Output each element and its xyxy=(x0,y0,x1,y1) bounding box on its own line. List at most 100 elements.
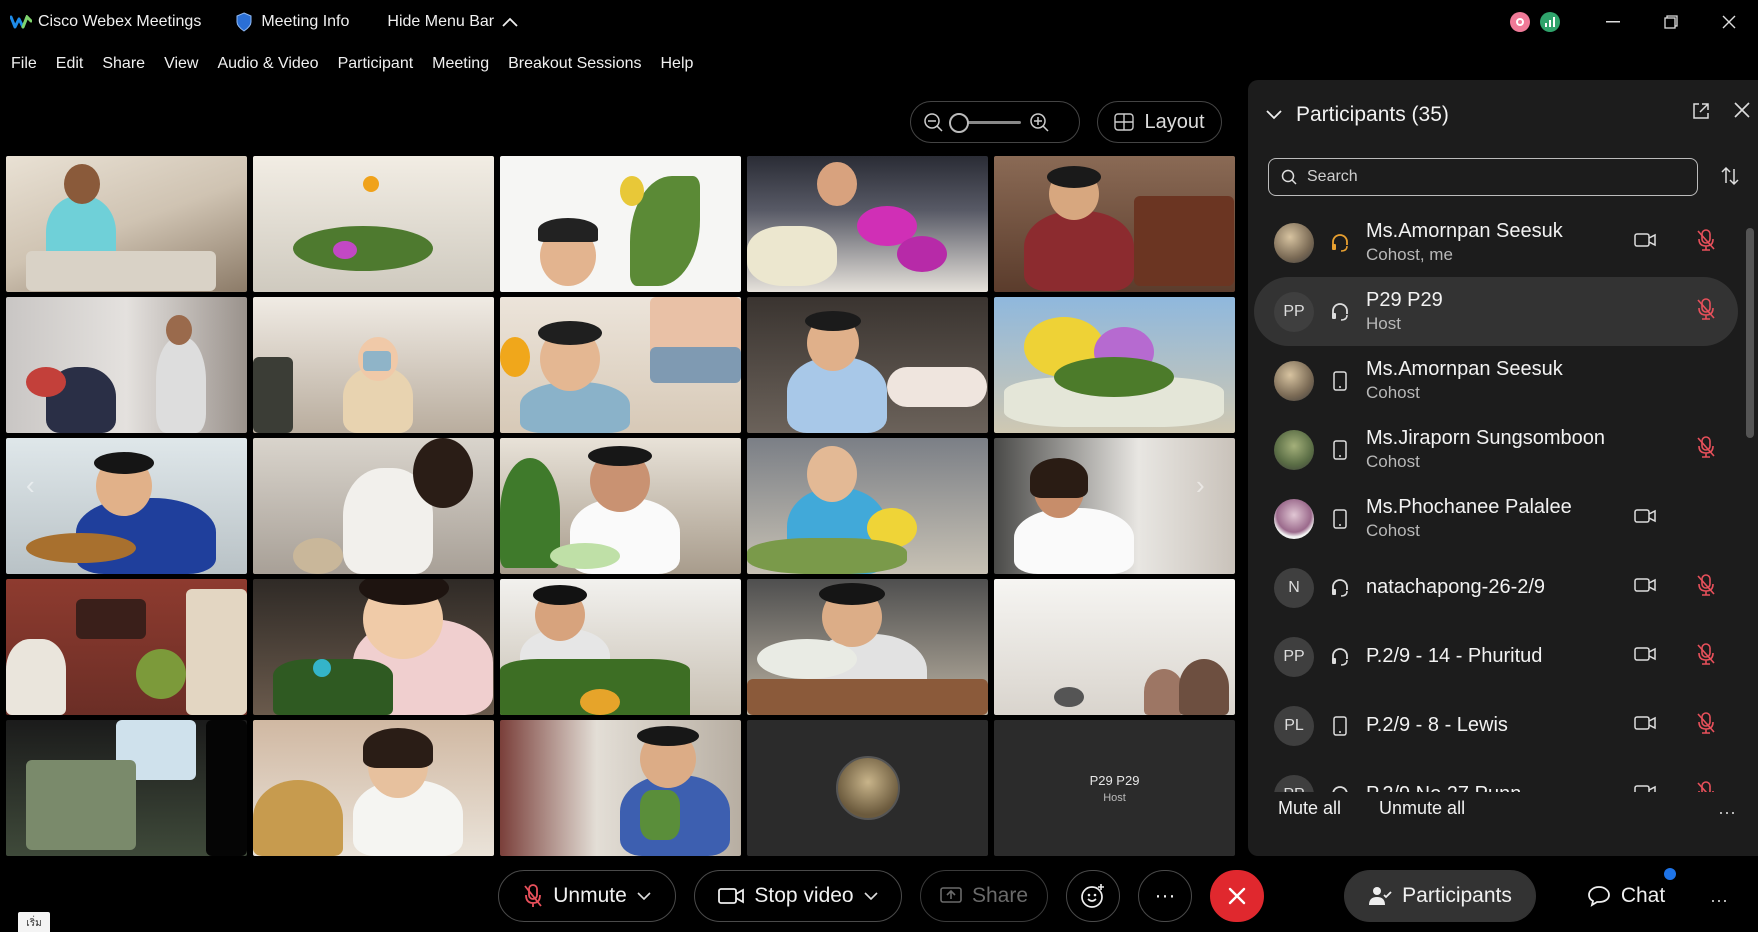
unmute-all-button[interactable]: Unmute all xyxy=(1379,798,1465,819)
video-camera-icon xyxy=(718,888,745,904)
hide-menu-bar-button[interactable]: Hide Menu Bar xyxy=(387,13,518,31)
microphone-muted-icon[interactable] xyxy=(1696,229,1716,256)
video-tile[interactable] xyxy=(994,156,1235,292)
video-tile[interactable] xyxy=(6,156,247,292)
video-tile-avatar[interactable] xyxy=(747,720,988,856)
zoom-out-icon[interactable] xyxy=(923,112,943,132)
chevron-right-icon[interactable]: › xyxy=(1196,470,1205,501)
video-tile[interactable] xyxy=(500,579,741,715)
participant-row[interactable]: N natachapong-26-2/9 xyxy=(1248,553,1738,622)
network-stats-icon[interactable] xyxy=(1540,12,1560,32)
video-camera-icon[interactable] xyxy=(1634,784,1656,792)
video-tile[interactable] xyxy=(994,579,1235,715)
microphone-muted-icon[interactable] xyxy=(1696,298,1716,325)
zoom-in-icon[interactable] xyxy=(1029,112,1049,132)
chevron-down-icon[interactable] xyxy=(1266,110,1282,120)
video-tile[interactable] xyxy=(253,438,494,574)
stop-video-button[interactable]: Stop video xyxy=(694,870,902,922)
chevron-down-icon[interactable] xyxy=(637,892,651,900)
participant-row[interactable]: Ms.Jiraporn Sungsomboon Cohost xyxy=(1248,415,1738,484)
video-camera-icon[interactable] xyxy=(1634,232,1656,253)
video-camera-icon[interactable] xyxy=(1634,577,1656,598)
participant-row[interactable]: Ms.Phochanee Palalee Cohost xyxy=(1248,484,1738,553)
zoom-slider[interactable] xyxy=(949,112,1021,133)
microphone-muted-icon[interactable] xyxy=(1696,436,1716,463)
menu-file[interactable]: File xyxy=(11,55,37,73)
microphone-muted-icon xyxy=(524,884,542,907)
menu-edit[interactable]: Edit xyxy=(56,55,84,73)
video-tile[interactable] xyxy=(747,579,988,715)
video-tile[interactable] xyxy=(994,297,1235,433)
participant-list: Ms.Amornpan Seesuk Cohost, me PP P29 P29… xyxy=(1248,208,1748,792)
video-tile[interactable] xyxy=(500,720,741,856)
video-camera-icon[interactable] xyxy=(1634,646,1656,667)
video-tile[interactable] xyxy=(6,297,247,433)
participant-row[interactable]: Ms.Amornpan Seesuk Cohost xyxy=(1248,346,1738,415)
participant-avatar xyxy=(1274,498,1314,539)
participant-row[interactable]: PP P29 P29 Host xyxy=(1254,277,1738,346)
video-tile[interactable] xyxy=(747,156,988,292)
close-icon[interactable] xyxy=(1734,102,1750,118)
video-tile[interactable] xyxy=(747,438,988,574)
microphone-muted-icon[interactable] xyxy=(1696,712,1716,739)
minimize-button[interactable] xyxy=(1584,4,1642,40)
more-options-button[interactable]: ··· xyxy=(1138,870,1192,922)
video-tile[interactable] xyxy=(253,579,494,715)
chevron-left-icon[interactable]: ‹ xyxy=(26,470,35,501)
participant-row[interactable]: PP P.2/9 - 14 - Phuritud xyxy=(1248,622,1738,691)
video-tile[interactable] xyxy=(6,438,247,574)
recording-indicator-icon[interactable] xyxy=(1510,12,1530,32)
participant-row[interactable]: PL P.2/9 - 8 - Lewis xyxy=(1248,691,1738,760)
participant-name: P.2/9 - 8 - Lewis xyxy=(1366,714,1508,736)
video-tile[interactable] xyxy=(500,156,741,292)
video-tile-host[interactable]: P29 P29 Host xyxy=(994,720,1235,856)
share-button[interactable]: Share xyxy=(920,870,1048,922)
video-tile[interactable] xyxy=(994,438,1235,574)
video-tile[interactable] xyxy=(6,720,247,856)
microphone-muted-icon[interactable] xyxy=(1696,643,1716,670)
participant-list-scrollbar[interactable] xyxy=(1746,228,1754,438)
leave-meeting-button[interactable] xyxy=(1210,870,1264,922)
unmute-button[interactable]: Unmute xyxy=(498,870,676,922)
pop-out-icon[interactable] xyxy=(1692,102,1710,120)
menu-participant[interactable]: Participant xyxy=(338,55,414,73)
video-tile[interactable] xyxy=(253,720,494,856)
video-camera-icon[interactable] xyxy=(1634,715,1656,736)
menu-audio-video[interactable]: Audio & Video xyxy=(217,55,318,73)
taskbar-start-badge[interactable]: เริ่ม xyxy=(18,912,50,932)
menu-meeting[interactable]: Meeting xyxy=(432,55,489,73)
restore-button[interactable] xyxy=(1642,4,1700,40)
close-window-button[interactable] xyxy=(1700,4,1758,40)
menu-help[interactable]: Help xyxy=(661,55,694,73)
emoji-reaction-icon xyxy=(1081,884,1104,908)
video-camera-icon[interactable] xyxy=(1634,508,1656,529)
participant-row[interactable]: PP P.2/9 No.27 Punn xyxy=(1248,760,1738,792)
participants-panel-footer: Mute all Unmute all xyxy=(1278,798,1465,819)
microphone-muted-icon[interactable] xyxy=(1696,781,1716,792)
video-tile[interactable] xyxy=(6,579,247,715)
menu-share[interactable]: Share xyxy=(102,55,145,73)
participants-panel: Participants (35) Ms.Amornpan Seesuk Coh… xyxy=(1248,80,1758,856)
participant-search-box xyxy=(1268,158,1698,196)
zoom-slider-knob[interactable] xyxy=(949,112,969,133)
meeting-info-button[interactable]: Meeting Info xyxy=(235,12,349,32)
participant-row[interactable]: Ms.Amornpan Seesuk Cohost, me xyxy=(1248,208,1738,277)
chevron-down-icon[interactable] xyxy=(864,892,878,900)
menu-view[interactable]: View xyxy=(164,55,198,73)
video-tile[interactable] xyxy=(253,156,494,292)
sort-icon[interactable] xyxy=(1720,166,1740,186)
microphone-muted-icon[interactable] xyxy=(1696,574,1716,601)
more-options-icon[interactable]: ··· xyxy=(1710,890,1728,911)
mute-all-button[interactable]: Mute all xyxy=(1278,798,1341,819)
menu-breakout-sessions[interactable]: Breakout Sessions xyxy=(508,55,641,73)
participants-button[interactable]: Participants xyxy=(1344,870,1536,922)
video-tile[interactable] xyxy=(500,438,741,574)
reactions-button[interactable] xyxy=(1066,870,1120,922)
layout-button[interactable]: Layout xyxy=(1097,101,1222,143)
tile-participant-role: Host xyxy=(1103,791,1126,804)
more-options-icon[interactable]: ··· xyxy=(1718,802,1736,823)
video-tile[interactable] xyxy=(253,297,494,433)
participant-search-input[interactable] xyxy=(1307,168,1687,186)
video-tile[interactable] xyxy=(500,297,741,433)
video-tile[interactable] xyxy=(747,297,988,433)
